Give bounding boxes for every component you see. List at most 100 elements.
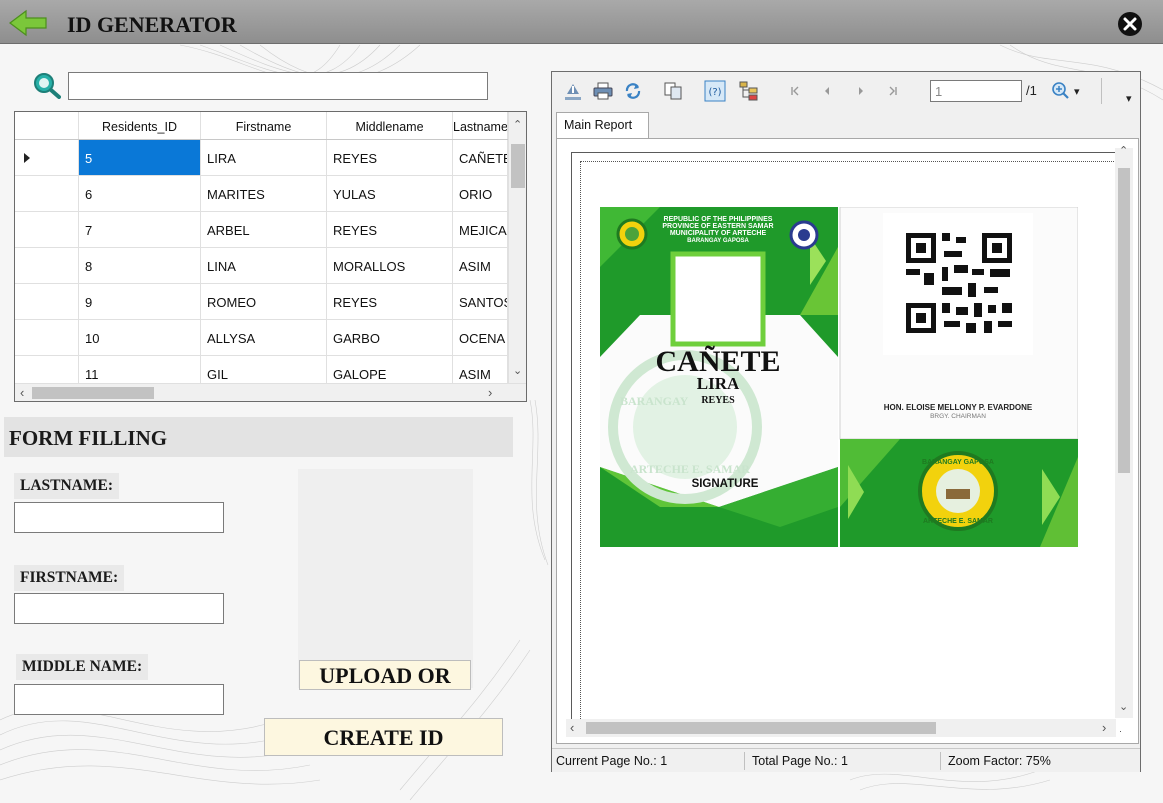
scroll-down-icon[interactable]: ⌄ — [1119, 700, 1128, 713]
card-watermark-bottom: ARTECHE E. SAMAR — [630, 462, 750, 476]
cell-lastname[interactable]: OCENA — [453, 320, 508, 355]
group-tree-icon[interactable] — [738, 80, 760, 102]
cell-firstname[interactable]: ROMEO — [201, 284, 327, 319]
lastname-field[interactable] — [14, 502, 224, 533]
scrollbar-thumb[interactable] — [32, 387, 154, 399]
toolbar-separator — [1101, 78, 1102, 104]
row-selector[interactable] — [15, 176, 79, 211]
cell-lastname[interactable]: CAÑETE — [453, 140, 508, 175]
last-page-icon[interactable] — [882, 80, 904, 102]
cell-lastname[interactable]: SANTOS — [453, 284, 508, 319]
scroll-up-icon[interactable]: ⌃ — [513, 118, 522, 131]
report-viewer: (?) /1 ▾ ▾ Main Report — [551, 71, 1141, 772]
cell-firstname[interactable]: MARITES — [201, 176, 327, 211]
scroll-right-icon[interactable]: › — [488, 385, 492, 400]
table-row[interactable]: 8 LINA MORALLOS ASIM — [15, 248, 508, 284]
toolbar-overflow-icon[interactable]: ▾ — [1126, 92, 1132, 105]
residents-table[interactable]: Residents_ID Firstname Middlename Lastna… — [14, 111, 527, 402]
cell-firstname[interactable]: LIRA — [201, 140, 327, 175]
table-row[interactable]: 7 ARBEL REYES MEJICA — [15, 212, 508, 248]
lastname-label: LASTNAME: — [14, 473, 120, 499]
cell-lastname[interactable]: ASIM — [453, 248, 508, 283]
search-input[interactable] — [68, 72, 488, 100]
cell-middlename[interactable]: REYES — [327, 212, 453, 247]
row-selector[interactable] — [15, 320, 79, 355]
cell-middlename[interactable]: REYES — [327, 140, 453, 175]
column-header-middlename[interactable]: Middlename — [327, 112, 453, 139]
zoom-icon[interactable] — [1050, 80, 1072, 102]
row-selector[interactable] — [15, 248, 79, 283]
card-header-line: PROVINCE OF EASTERN SAMAR — [662, 223, 773, 230]
first-page-icon[interactable] — [784, 80, 806, 102]
next-page-icon[interactable] — [850, 80, 872, 102]
row-selector[interactable] — [15, 284, 79, 319]
report-canvas: BARANGAY ARTECHE E. SAMAR REPUBLIC OF TH… — [556, 138, 1139, 744]
cell-lastname[interactable]: ORIO — [453, 176, 508, 211]
upload-button[interactable]: UPLOAD OR — [299, 660, 471, 690]
cell-residents-id[interactable]: 7 — [79, 212, 201, 247]
table-vertical-scrollbar[interactable]: ⌃ ⌄ — [508, 112, 526, 383]
report-horizontal-scrollbar[interactable]: ‹ › — [566, 719, 1116, 737]
status-separator — [940, 752, 941, 770]
scrollbar-thumb[interactable] — [511, 144, 525, 188]
cell-firstname[interactable]: LINA — [201, 248, 327, 283]
cell-middlename[interactable]: GARBO — [327, 320, 453, 355]
scroll-left-icon[interactable]: ‹ — [570, 720, 574, 735]
status-total-page: Total Page No.: 1 — [752, 754, 848, 768]
card-official-role: BRGY. CHAIRMAN — [930, 413, 986, 420]
table-header: Residents_ID Firstname Middlename Lastna… — [15, 112, 508, 140]
table-horizontal-scrollbar[interactable]: ‹ › — [15, 383, 526, 401]
card-middlename: REYES — [701, 395, 735, 406]
close-icon[interactable] — [1117, 11, 1143, 37]
row-selector[interactable] — [15, 140, 79, 175]
back-arrow-icon[interactable] — [8, 9, 48, 37]
cell-middlename[interactable]: MORALLOS — [327, 248, 453, 283]
status-zoom-factor: Zoom Factor: 75% — [948, 754, 1051, 768]
print-icon[interactable] — [592, 80, 614, 102]
table-row[interactable]: 9 ROMEO REYES SANTOS — [15, 284, 508, 320]
row-header-corner — [15, 112, 79, 139]
create-id-button[interactable]: CREATE ID — [264, 718, 503, 756]
cell-residents-id[interactable]: 10 — [79, 320, 201, 355]
card-header-line: BARANGAY GAPOSA — [687, 238, 749, 244]
scroll-down-icon[interactable]: ⌄ — [513, 364, 522, 377]
page-number-input[interactable] — [930, 80, 1022, 102]
cell-residents-id[interactable]: 9 — [79, 284, 201, 319]
export-icon[interactable] — [562, 80, 584, 102]
refresh-icon[interactable] — [622, 80, 644, 102]
scrollbar-thumb[interactable] — [1118, 168, 1130, 473]
cell-lastname[interactable]: MEJICA — [453, 212, 508, 247]
cell-firstname[interactable]: ALLYSA — [201, 320, 327, 355]
column-header-residents-id[interactable]: Residents_ID — [79, 112, 201, 139]
title-bar: ID GENERATOR — [0, 0, 1163, 44]
table-row[interactable]: 6 MARITES YULAS ORIO — [15, 176, 508, 212]
cell-residents-id[interactable]: 6 — [79, 176, 201, 211]
card-signature-label: SIGNATURE — [692, 478, 759, 490]
column-header-lastname[interactable]: Lastname — [453, 112, 508, 139]
photo-preview[interactable] — [298, 469, 473, 688]
prev-page-icon[interactable] — [816, 80, 838, 102]
scroll-right-icon[interactable]: › — [1102, 720, 1106, 735]
cell-firstname[interactable]: ARBEL — [201, 212, 327, 247]
scrollbar-thumb[interactable] — [586, 722, 936, 734]
cell-residents-id[interactable]: 8 — [79, 248, 201, 283]
zoom-dropdown-icon[interactable]: ▾ — [1074, 85, 1080, 98]
report-vertical-scrollbar[interactable]: ⌃ ⌄ — [1115, 145, 1133, 718]
tab-main-report[interactable]: Main Report — [556, 112, 649, 138]
copy-icon[interactable] — [662, 80, 684, 102]
middlename-field[interactable] — [14, 684, 224, 715]
table-row[interactable]: 10 ALLYSA GARBO OCENA — [15, 320, 508, 356]
firstname-field[interactable] — [14, 593, 224, 624]
scroll-left-icon[interactable]: ‹ — [20, 385, 24, 400]
column-header-firstname[interactable]: Firstname — [201, 112, 327, 139]
table-row[interactable]: 5 LIRA REYES CAÑETE — [15, 140, 508, 176]
page-total: /1 — [1026, 83, 1037, 98]
form-filling-header: FORM FILLING — [4, 417, 513, 457]
cell-residents-id[interactable]: 5 — [79, 140, 201, 175]
help-icon[interactable]: (?) — [704, 80, 726, 102]
cell-middlename[interactable]: YULAS — [327, 176, 453, 211]
cell-middlename[interactable]: REYES — [327, 284, 453, 319]
row-selector[interactable] — [15, 212, 79, 247]
report-page-frame: BARANGAY ARTECHE E. SAMAR REPUBLIC OF TH… — [571, 152, 1122, 732]
scroll-up-icon[interactable]: ⌃ — [1119, 144, 1128, 157]
